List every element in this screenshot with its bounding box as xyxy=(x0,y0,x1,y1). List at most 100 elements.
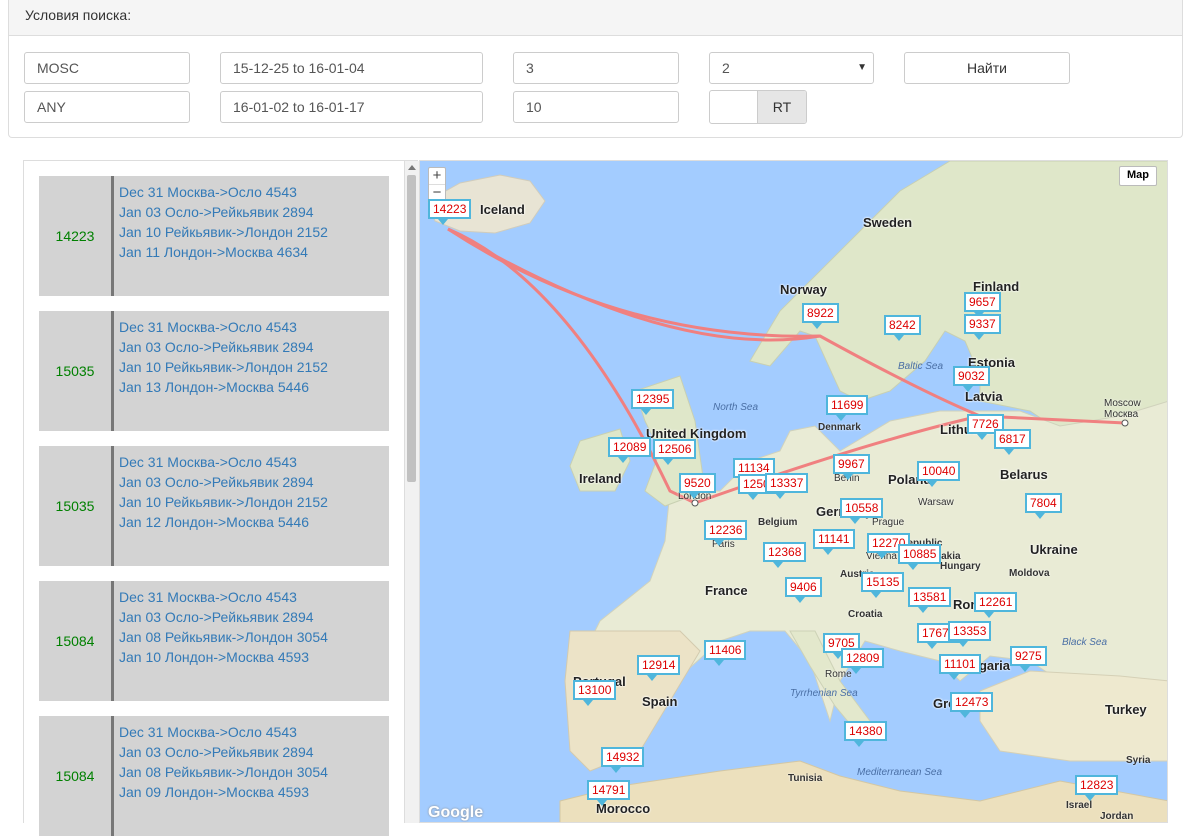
city-label: Москва xyxy=(1104,409,1139,420)
price-marker[interactable]: 9032 xyxy=(953,366,990,392)
route-leg-link[interactable]: Dec 31 Москва->Осло 4543 xyxy=(119,317,328,337)
route-leg-link[interactable]: Jan 08 Рейкьявик->Лондон 3054 xyxy=(119,762,328,782)
result-card[interactable]: 15035 Dec 31 Москва->Осло 4543 Jan 03 Ос… xyxy=(39,446,389,566)
route-leg-link[interactable]: Jan 10 Лондон->Москва 4593 xyxy=(119,647,328,667)
route-leg-link[interactable]: Jan 11 Лондон->Москва 4634 xyxy=(119,242,328,262)
price-marker[interactable]: 9967 xyxy=(833,454,870,480)
country-label: Jordan xyxy=(1100,811,1134,822)
zoom-in-button[interactable]: + xyxy=(429,168,445,184)
price-marker[interactable]: 11101 xyxy=(939,654,981,680)
country-label: Belgium xyxy=(758,517,798,528)
route-leg-link[interactable]: Jan 03 Осло->Рейкьявик 2894 xyxy=(119,742,328,762)
price-marker[interactable]: 8242 xyxy=(884,315,921,341)
price-marker[interactable]: 12261 xyxy=(974,592,1018,618)
price-marker[interactable]: 13353 xyxy=(948,621,992,647)
price-marker[interactable]: 14932 xyxy=(601,747,645,773)
price-marker[interactable]: 7804 xyxy=(1025,493,1062,519)
route-leg-link[interactable]: Jan 03 Осло->Рейкьявик 2894 xyxy=(119,472,328,492)
price-marker[interactable]: 14223 xyxy=(428,199,472,225)
price-marker[interactable]: 13100 xyxy=(573,680,617,706)
water-label: Tyrrhenian Sea xyxy=(790,688,858,699)
price-marker[interactable]: 9337 xyxy=(964,314,1001,340)
map-type-button[interactable]: Map xyxy=(1119,166,1157,186)
outbound-date-range-input[interactable]: 15-12-25 to 16-01-04 xyxy=(220,52,483,84)
route-map[interactable]: + − Map Iceland Sweden Norway Finland Es… xyxy=(419,160,1168,823)
country-label: Norway xyxy=(780,282,827,297)
price-marker[interactable]: 12914 xyxy=(637,655,681,681)
route-leg-link[interactable]: Jan 10 Рейкьявик->Лондон 2152 xyxy=(119,222,328,242)
result-card[interactable]: 15035 Dec 31 Москва->Осло 4543 Jan 03 Ос… xyxy=(39,311,389,431)
price-marker[interactable]: 11141 xyxy=(813,529,855,555)
scroll-up-icon[interactable] xyxy=(408,165,416,170)
route-leg-link[interactable]: Jan 03 Осло->Рейкьявик 2894 xyxy=(119,607,328,627)
route-leg-link[interactable]: Jan 13 Лондон->Москва 5446 xyxy=(119,377,328,397)
price-marker[interactable]: 12395 xyxy=(631,389,675,415)
price-marker[interactable]: 12236 xyxy=(704,520,748,546)
result-card[interactable]: 15084 Dec 31 Москва->Осло 4543 Jan 03 Ос… xyxy=(39,581,389,701)
price-marker[interactable]: 12368 xyxy=(763,542,807,568)
price-marker[interactable]: 10885 xyxy=(898,544,942,570)
route-leg-link[interactable]: Dec 31 Москва->Осло 4543 xyxy=(119,182,328,202)
country-label: Denmark xyxy=(818,422,861,433)
return-date-range-input[interactable]: 16-01-02 to 16-01-17 xyxy=(220,91,483,123)
price-marker[interactable]: 10558 xyxy=(840,498,884,524)
google-logo: Google xyxy=(428,804,484,821)
route-leg-link[interactable]: Jan 10 Рейкьявик->Лондон 2152 xyxy=(119,357,328,377)
round-trip-toggle-label: RT xyxy=(757,91,806,123)
route-leg-link[interactable]: Dec 31 Москва->Осло 4543 xyxy=(119,722,328,742)
country-label: Turkey xyxy=(1105,702,1147,717)
price-marker[interactable]: 14380 xyxy=(844,721,888,747)
price-marker[interactable]: 11406 xyxy=(704,640,747,666)
price-marker[interactable]: 15135 xyxy=(861,572,905,598)
price-marker[interactable]: 11699 xyxy=(826,395,869,421)
route-leg-link[interactable]: Jan 03 Осло->Рейкьявик 2894 xyxy=(119,337,328,357)
country-label: Moldova xyxy=(1009,568,1050,579)
water-label: North Sea xyxy=(713,402,759,413)
results-scrollbar[interactable] xyxy=(404,161,419,823)
price-marker[interactable]: 9275 xyxy=(1010,646,1047,672)
route-leg-link[interactable]: Jan 09 Лондон->Москва 4593 xyxy=(119,782,328,802)
price-marker[interactable]: 13581 xyxy=(908,587,952,613)
water-label: Mediterranean Sea xyxy=(857,767,943,778)
country-label: Spain xyxy=(642,694,678,709)
result-price: 15035 xyxy=(39,311,114,431)
city-label: Rome xyxy=(825,669,852,680)
max-value-input[interactable]: 10 xyxy=(513,91,679,123)
route-leg-link[interactable]: Dec 31 Москва->Осло 4543 xyxy=(119,587,328,607)
route-leg-link[interactable]: Jan 10 Рейкьявик->Лондон 2152 xyxy=(119,492,328,512)
destination-input[interactable]: ANY xyxy=(24,91,190,123)
route-leg-link[interactable]: Jan 03 Осло->Рейкьявик 2894 xyxy=(119,202,328,222)
price-marker[interactable]: 9520 xyxy=(679,473,716,499)
price-marker[interactable]: 14791 xyxy=(587,780,631,806)
price-marker[interactable]: 9657 xyxy=(964,292,1001,318)
route-leg-link[interactable]: Jan 08 Рейкьявик->Лондон 3054 xyxy=(119,627,328,647)
result-card[interactable]: 15084 Dec 31 Москва->Осло 4543 Jan 03 Ос… xyxy=(39,716,389,836)
price-marker[interactable]: 9406 xyxy=(785,577,822,603)
count-select[interactable]: 2 ▼ xyxy=(709,52,874,84)
result-price: 15084 xyxy=(39,581,114,701)
search-button[interactable]: Найти xyxy=(904,52,1070,84)
city-label: Warsaw xyxy=(918,497,954,508)
price-marker[interactable]: 12823 xyxy=(1075,775,1119,801)
country-label: Israel xyxy=(1066,800,1093,811)
price-marker[interactable]: 12473 xyxy=(950,692,994,718)
route-leg-link[interactable]: Jan 12 Лондон->Москва 5446 xyxy=(119,512,328,532)
price-marker[interactable]: 12809 xyxy=(841,648,885,674)
round-trip-toggle[interactable]: RT xyxy=(709,90,807,124)
result-card[interactable]: 14223 Dec 31 Москва->Осло 4543 Jan 03 Ос… xyxy=(39,176,389,296)
dropdown-arrow-icon: ▼ xyxy=(857,62,867,73)
price-marker[interactable]: 13337 xyxy=(765,473,809,499)
route-leg-link[interactable]: Dec 31 Москва->Осло 4543 xyxy=(119,452,328,472)
price-marker[interactable]: 12506 xyxy=(653,439,697,465)
min-value-input[interactable]: 3 xyxy=(513,52,679,84)
count-select-value: 2 xyxy=(722,60,730,76)
scrollbar-thumb[interactable] xyxy=(407,175,416,482)
result-price: 15084 xyxy=(39,716,114,836)
price-marker[interactable]: 8922 xyxy=(802,303,839,329)
origin-input[interactable]: MOSC xyxy=(24,52,190,84)
price-marker[interactable]: 10040 xyxy=(917,461,961,487)
price-marker[interactable]: 6817 xyxy=(994,429,1031,455)
country-label: Tunisia xyxy=(788,773,823,784)
price-marker[interactable]: 12089 xyxy=(608,437,652,463)
moscow-city-dot xyxy=(1121,419,1129,427)
